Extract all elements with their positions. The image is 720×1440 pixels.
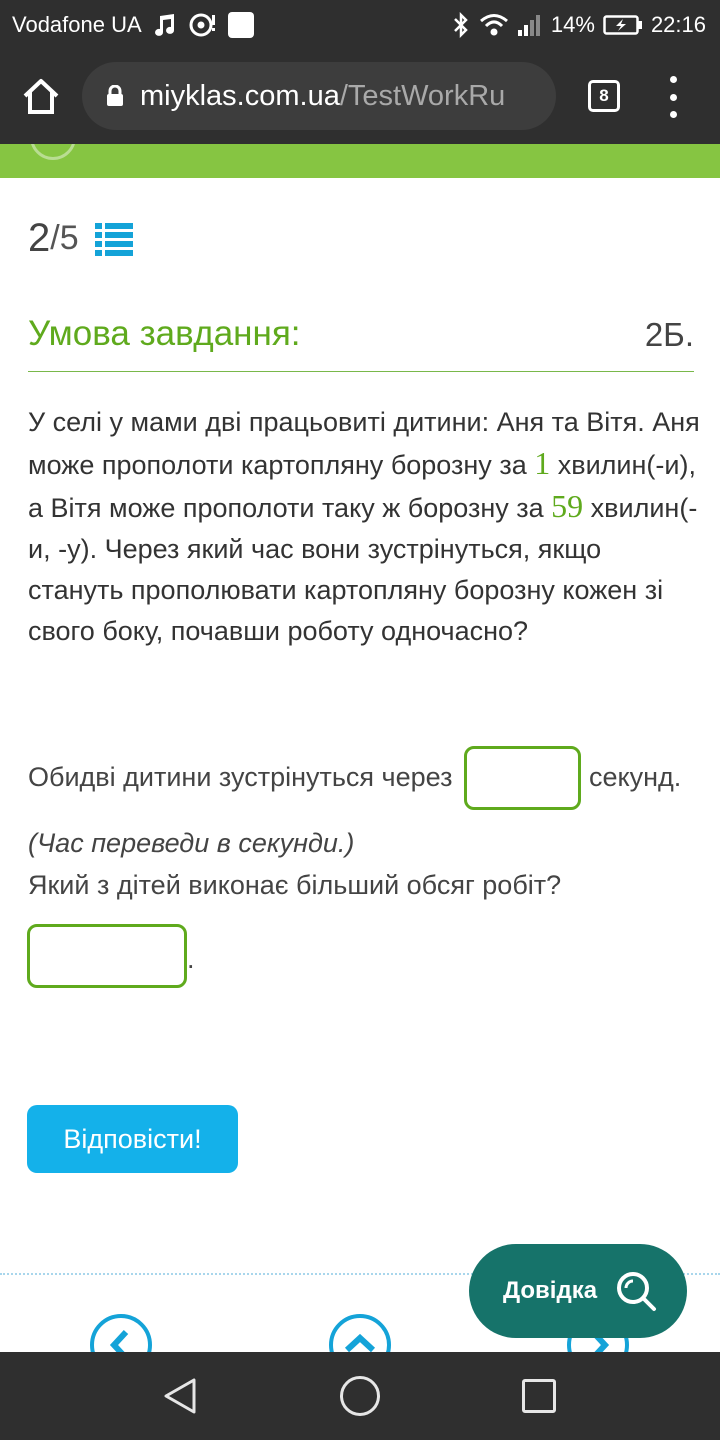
task-title: Умова завдання: bbox=[28, 314, 301, 353]
status-bar: Vodafone UA 14% 22:16 bbox=[0, 0, 720, 50]
signal-icon bbox=[517, 13, 543, 37]
problem-number: 59 bbox=[551, 488, 584, 524]
back-icon[interactable] bbox=[160, 1376, 200, 1416]
submit-answer-button[interactable]: Відповісти! bbox=[27, 1105, 238, 1173]
help-button[interactable]: Довідка bbox=[469, 1244, 687, 1338]
carrier-name: Vodafone UA bbox=[12, 12, 142, 37]
header-logo-circle bbox=[30, 144, 76, 160]
battery-charging-icon bbox=[603, 14, 643, 36]
tab-switcher-button[interactable]: 8 bbox=[588, 80, 620, 112]
question-list-icon[interactable] bbox=[94, 221, 133, 257]
search-icon bbox=[617, 1272, 656, 1311]
answer-suffix-label: секунд. bbox=[589, 762, 682, 792]
home-icon[interactable] bbox=[20, 76, 62, 118]
site-header-band bbox=[0, 144, 720, 178]
address-bar[interactable]: miyklas.com.ua/TestWorkRu bbox=[82, 62, 556, 130]
question-progress: 2/5 bbox=[28, 216, 133, 261]
second-question-label: Який з дітей виконає більший обсяг робіт… bbox=[28, 870, 562, 900]
url-path: /TestWorkRu bbox=[339, 79, 506, 112]
help-button-label: Довідка bbox=[503, 1277, 598, 1304]
home-circle-icon[interactable] bbox=[340, 1376, 380, 1416]
child-answer-input[interactable] bbox=[27, 924, 187, 988]
hotspot-icon bbox=[188, 12, 216, 38]
problem-number: 1 bbox=[534, 445, 551, 481]
task-heading: Умова завдання: 2Б. bbox=[28, 314, 694, 372]
problem-text: У селі у мами дві працьовиті дитини: Аня… bbox=[28, 402, 700, 652]
progress-total: 5 bbox=[59, 219, 79, 257]
lock-icon bbox=[106, 84, 124, 107]
recent-apps-icon[interactable] bbox=[522, 1379, 556, 1413]
system-navigation-bar bbox=[0, 1352, 720, 1440]
notification-square-icon bbox=[227, 12, 254, 38]
seconds-answer-input[interactable] bbox=[464, 746, 581, 810]
url-domain: miyklas.com.ua bbox=[140, 79, 340, 112]
bluetooth-icon bbox=[451, 12, 471, 38]
task-points: 2Б. bbox=[644, 316, 694, 353]
progress-current: 2 bbox=[28, 216, 51, 260]
answer-period: . bbox=[187, 944, 195, 974]
wifi-icon bbox=[479, 13, 509, 37]
overflow-menu-icon[interactable] bbox=[664, 76, 682, 118]
answer-line-meeting-time: Обидві дитини зустрінуться через секунд. bbox=[28, 746, 708, 810]
music-note-icon bbox=[154, 13, 176, 37]
battery-percent: 14% bbox=[550, 12, 595, 37]
browser-toolbar: miyklas.com.ua/TestWorkRu 8 bbox=[0, 50, 720, 144]
clock: 22:16 bbox=[650, 12, 706, 37]
answer-prefix-label: Обидві дитини зустрінуться через bbox=[28, 762, 453, 792]
progress-separator: / bbox=[50, 219, 60, 257]
time-unit-hint: (Час переведи в секунди.) bbox=[28, 828, 355, 858]
